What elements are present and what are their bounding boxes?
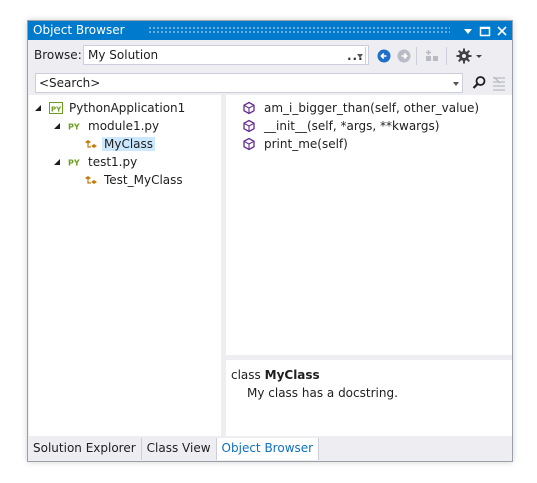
title-grip	[148, 26, 450, 33]
tab-solution-explorer[interactable]: Solution Explorer	[28, 438, 142, 460]
search-input[interactable]	[35, 73, 463, 93]
description-docstring: My class has a docstring.	[247, 386, 398, 400]
tree-item-label: Test_MyClass	[104, 173, 183, 187]
gear-icon[interactable]	[456, 48, 472, 64]
tree-item-module1[interactable]: PY module1.py	[51, 117, 159, 135]
members-pane[interactable]: am_i_bigger_than(self, other_value) __in…	[226, 95, 512, 355]
tab-object-browser[interactable]: Object Browser	[216, 438, 320, 460]
description-keyword: class	[231, 368, 261, 382]
browse-scope-value: My Solution	[88, 48, 159, 62]
description-signature: class MyClass	[231, 368, 320, 382]
tree-item-myclass[interactable]: MyClass	[83, 135, 156, 153]
search-history-dropdown-icon[interactable]	[453, 82, 459, 86]
toolbar: Browse: My Solution ...	[28, 40, 512, 72]
tree-item-label: module1.py	[88, 119, 160, 133]
objects-tree-pane[interactable]: PY PythonApplication1 PY module1.py MyCl…	[29, 95, 221, 436]
tree-item-test-myclass[interactable]: Test_MyClass	[83, 171, 183, 189]
python-project-icon: PY	[48, 101, 64, 115]
tree-item-label: PythonApplication1	[69, 101, 186, 115]
toolbar-separator	[365, 47, 366, 65]
window-title: Object Browser	[33, 23, 125, 37]
tree-item-project[interactable]: PY PythonApplication1	[32, 99, 185, 117]
search-row	[35, 73, 509, 93]
method-icon	[242, 119, 256, 133]
member-item[interactable]: __init__(self, *args, **kwargs)	[242, 117, 439, 135]
browse-label: Browse:	[34, 48, 82, 62]
svg-text:PY: PY	[51, 106, 62, 114]
expanded-arrow-icon[interactable]	[51, 156, 63, 168]
bottom-tab-strip: Solution Explorer Class View Object Brow…	[28, 436, 512, 461]
python-file-icon: PY	[67, 155, 83, 169]
back-arrow-icon[interactable]	[376, 48, 392, 64]
member-label: am_i_bigger_than(self, other_value)	[264, 101, 480, 115]
add-reference-icon[interactable]	[424, 48, 440, 64]
member-label: __init__(self, *args, **kwargs)	[264, 119, 440, 133]
expanded-arrow-icon[interactable]	[32, 102, 44, 114]
tree-item-label: test1.py	[88, 155, 138, 169]
clear-search-icon[interactable]	[491, 74, 507, 92]
object-browser-window: Object Browser Browse: My Solution ... <…	[27, 20, 513, 462]
member-label: print_me(self)	[264, 137, 348, 151]
window-dropdown-icon[interactable]	[461, 24, 475, 38]
maximize-icon[interactable]	[478, 24, 492, 38]
tab-class-view[interactable]: Class View	[142, 438, 217, 460]
member-item[interactable]: am_i_bigger_than(self, other_value)	[242, 99, 479, 117]
class-icon	[83, 173, 99, 187]
svg-text:PY: PY	[68, 159, 80, 168]
method-icon	[242, 101, 256, 115]
expanded-arrow-icon[interactable]	[51, 120, 63, 132]
edit-custom-components-button[interactable]: ...	[347, 49, 364, 63]
python-file-icon: PY	[67, 119, 83, 133]
toolbar-separator	[446, 47, 447, 65]
close-icon[interactable]	[495, 24, 509, 38]
class-icon	[83, 137, 99, 151]
svg-text:PY: PY	[68, 123, 80, 132]
forward-arrow-icon[interactable]	[396, 48, 412, 64]
title-bar[interactable]: Object Browser	[28, 21, 512, 40]
description-class-name: MyClass	[264, 368, 320, 382]
tree-item-label: MyClass	[102, 137, 156, 151]
member-item[interactable]: print_me(self)	[242, 135, 348, 153]
browse-scope-select[interactable]: My Solution	[83, 45, 369, 65]
method-icon	[242, 137, 256, 151]
toolbar-separator	[416, 47, 417, 65]
search-icon[interactable]	[471, 74, 487, 92]
description-pane: class MyClass My class has a docstring.	[226, 360, 512, 436]
tree-item-test1[interactable]: PY test1.py	[51, 153, 137, 171]
settings-dropdown-icon[interactable]	[474, 48, 490, 64]
